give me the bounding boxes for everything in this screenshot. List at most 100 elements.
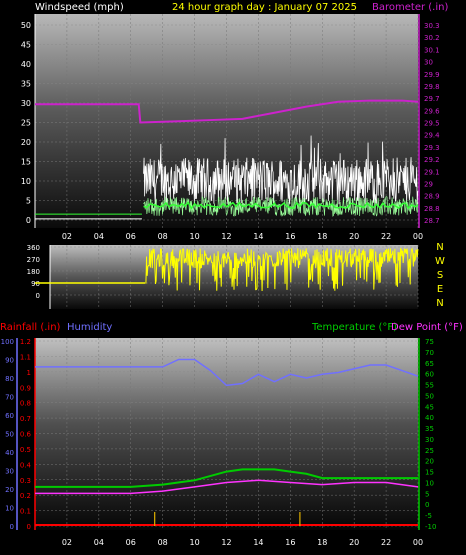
x-tick-label: 10 <box>189 232 199 241</box>
barometer-tick-label: 29.5 <box>424 120 440 128</box>
compass-letter: W <box>435 256 445 267</box>
rain-tick-label: 1.1 <box>20 353 31 361</box>
compass-letter: S <box>437 270 443 281</box>
direction-tick-label: 270 <box>27 256 40 264</box>
humidity-tick-label: 100 <box>1 338 14 346</box>
x-tick-label: 12 <box>221 232 231 241</box>
x-tick-label: 04 <box>94 538 104 547</box>
x-tick-label: 14 <box>253 538 263 547</box>
humidity-tick-label: 10 <box>5 505 14 513</box>
temp-tick-label: 60 <box>425 371 434 379</box>
graph-title: 24 hour graph day : January 07 2025 <box>172 2 357 13</box>
humidity-tick-label: 80 <box>5 375 14 383</box>
y-tick-label: 20 <box>21 138 31 147</box>
x-tick-label: 22 <box>381 538 391 547</box>
rain-tick-label: 0.6 <box>20 431 32 439</box>
temp-tick-label: 20 <box>425 458 434 466</box>
x-tick-label: 20 <box>349 232 359 241</box>
y-tick-label: 45 <box>21 41 31 50</box>
direction-axis: 360 270 180 90 0 <box>27 244 51 309</box>
humidity-tick-label: 70 <box>5 394 14 402</box>
temp-tick-label: 25 <box>425 447 434 455</box>
barometer-tick-label: 29.1 <box>424 168 440 176</box>
x-tick-label: 02 <box>62 538 72 547</box>
humidity-label: Humidity <box>67 322 112 333</box>
temp-tick-label: 35 <box>425 425 434 433</box>
x-tick-label: 16 <box>285 232 295 241</box>
barometer-tick-label: 29 <box>424 180 433 188</box>
y-tick-label: 15 <box>21 158 31 167</box>
temp-tick-label: 75 <box>425 338 434 346</box>
x-tick-label: 06 <box>126 538 136 547</box>
humidity-tick-label: 30 <box>5 468 14 476</box>
temp-tick-label: 0 <box>425 501 429 509</box>
temp-tick-label: 5 <box>425 490 429 498</box>
temp-tick-label: 70 <box>425 349 434 357</box>
compass-letter: N <box>436 242 443 253</box>
x-tick-label: 08 <box>158 232 168 241</box>
x-tick-label: 16 <box>285 538 295 547</box>
x-tick-label: 14 <box>253 232 263 241</box>
barometer-tick-label: 29.4 <box>424 132 440 140</box>
x-tick-label: 04 <box>94 232 104 241</box>
barometer-tick-label: 29.6 <box>424 107 440 115</box>
barometer-axis: 30.3 30.2 30.1 30 29.9 29.8 29.7 29.6 29.5 29.4 29… <box>418 14 440 228</box>
x-tick-label: 00 <box>413 538 423 547</box>
rain-tick-label: 0.5 <box>20 446 31 454</box>
y-tick-label: 5 <box>26 197 31 206</box>
rain-tick-label: 0.1 <box>20 508 31 516</box>
x-tick-label: 02 <box>62 232 72 241</box>
rain-tick-label: 0.2 <box>20 492 31 500</box>
direction-tick-label: 90 <box>31 280 40 288</box>
y-tick-label: 35 <box>21 80 31 89</box>
barometer-tick-label: 30 <box>424 59 433 67</box>
x-tick-label: 20 <box>349 538 359 547</box>
compass-letter: E <box>437 284 443 295</box>
y-tick-label: 40 <box>21 60 31 69</box>
temp-tick-label: 30 <box>425 436 434 444</box>
x-tick-label: 22 <box>381 232 391 241</box>
humidity-tick-label: 0 <box>10 523 14 531</box>
barometer-tick-label: 30.2 <box>424 34 440 42</box>
rain-tick-label: 1.2 <box>20 338 31 346</box>
wind-x-axis: 02 04 06 08 10 12 14 16 18 20 22 00 <box>62 232 423 241</box>
y-tick-label: 25 <box>21 119 31 128</box>
temperature-label: Temperature (°F) <box>311 322 397 333</box>
rain-tick-label: 0.9 <box>20 384 31 392</box>
humidity-tick-label: 20 <box>5 486 14 494</box>
direction-tick-label: 360 <box>27 244 40 252</box>
windspeed-label: Windspeed (mph) <box>35 2 124 13</box>
rain-tick-label: 0.4 <box>20 461 32 469</box>
rainfall-axis: 1.2 1.1 1 0.9 0.8 0.7 0.6 0.5 0.4 0.3 0.2 0.1 0 <box>20 338 36 531</box>
y-tick-label: 30 <box>21 99 31 108</box>
temp-tick-label: -10 <box>425 523 436 531</box>
barometer-tick-label: 29.7 <box>424 95 440 103</box>
weather-graph: Windspeed (mph) 24 hour graph day : Janu… <box>0 2 463 547</box>
x-tick-label: 10 <box>189 538 199 547</box>
rain-tick-label: 0.8 <box>20 400 31 408</box>
temp-tick-label: 40 <box>425 414 434 422</box>
x-tick-label: 00 <box>413 232 423 241</box>
rainfall-label: Rainfall (.in) <box>0 322 61 333</box>
temp-tick-label: 10 <box>425 479 434 487</box>
dew-point-label: Dew Point (°F) <box>391 322 463 333</box>
barometer-tick-label: 29.2 <box>424 156 440 164</box>
barometer-tick-label: 29.8 <box>424 83 440 91</box>
x-tick-label: 18 <box>317 538 327 547</box>
y-tick-label: 50 <box>21 21 31 30</box>
compass-labels: NWSEN <box>435 242 445 309</box>
rain-tick-label: 0 <box>27 523 31 531</box>
barometer-tick-label: 30.3 <box>424 22 440 30</box>
temp-tick-label: 65 <box>425 360 434 368</box>
barometer-tick-label: 29.3 <box>424 144 440 152</box>
rain-tick-label: 0.3 <box>20 477 31 485</box>
temp-tick-label: 15 <box>425 469 434 477</box>
temperature-axis: 757065605550454035302520151050-5-10 <box>418 338 436 531</box>
x-tick-label: 18 <box>317 232 327 241</box>
temp-tick-label: -5 <box>425 512 432 520</box>
climate-x-axis: 02 04 06 08 10 12 14 16 18 20 22 00 <box>62 538 423 547</box>
humidity-tick-label: 50 <box>5 431 14 439</box>
temp-tick-label: 50 <box>425 392 434 400</box>
x-tick-label: 06 <box>126 232 136 241</box>
barometer-tick-label: 30.1 <box>424 46 440 54</box>
